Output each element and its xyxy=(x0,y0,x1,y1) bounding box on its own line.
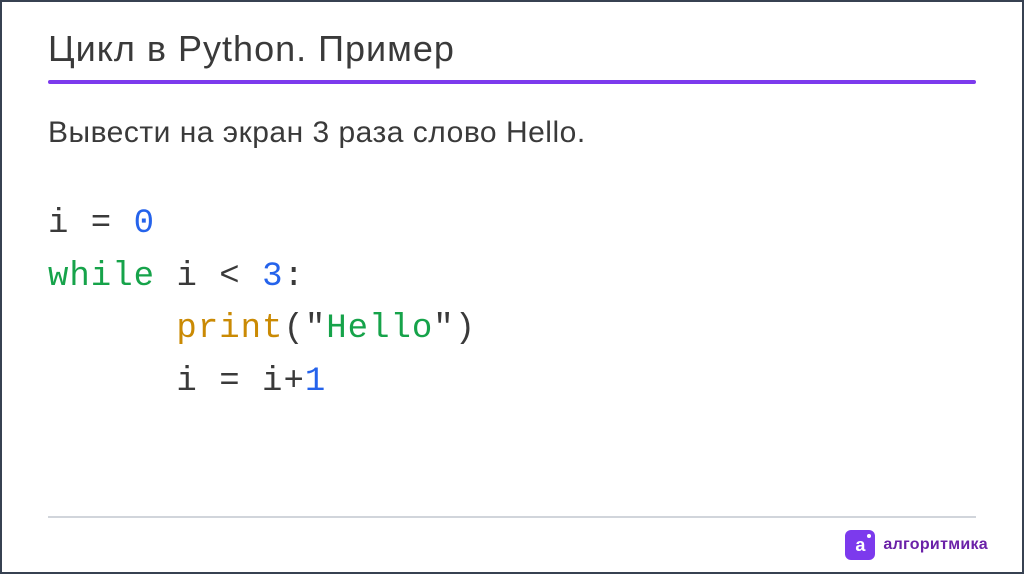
code-example: i = 0 while i < 3: print("Hello") i = i+… xyxy=(48,198,976,409)
close-quote: " xyxy=(433,310,454,348)
slide-content: Цикл в Python. Пример Вывести на экран 3… xyxy=(0,0,1024,409)
assign-op: = xyxy=(69,205,133,243)
logo-text: алгоритмика xyxy=(883,536,988,554)
variable-i: i xyxy=(262,363,283,401)
variable-i: i xyxy=(48,205,69,243)
string-hello: Hello xyxy=(326,310,433,348)
number-one: 1 xyxy=(305,363,326,401)
less-than-op: < xyxy=(198,258,262,296)
number-three: 3 xyxy=(262,258,283,296)
keyword-while: while xyxy=(48,258,155,296)
code-line-1: i = 0 xyxy=(48,198,976,251)
task-description: Вывести на экран 3 раза слово Hello. xyxy=(48,116,976,150)
plus-op: + xyxy=(283,363,304,401)
assign-op: = xyxy=(198,363,262,401)
open-paren: ( xyxy=(283,310,304,348)
title-underline xyxy=(48,80,976,84)
code-line-4: i = i+1 xyxy=(48,356,976,409)
slide-title: Цикл в Python. Пример xyxy=(48,28,976,70)
code-line-3: print("Hello") xyxy=(48,303,976,356)
variable-i: i xyxy=(176,363,197,401)
function-print: print xyxy=(176,310,283,348)
brand-logo: a алгоритмика xyxy=(845,530,988,560)
variable-i: i xyxy=(176,258,197,296)
close-paren: ) xyxy=(455,310,476,348)
footer-divider xyxy=(48,516,976,518)
code-line-2: while i < 3: xyxy=(48,251,976,304)
number-zero: 0 xyxy=(134,205,155,243)
open-quote: " xyxy=(305,310,326,348)
logo-badge-icon: a xyxy=(845,530,875,560)
colon: : xyxy=(283,258,304,296)
